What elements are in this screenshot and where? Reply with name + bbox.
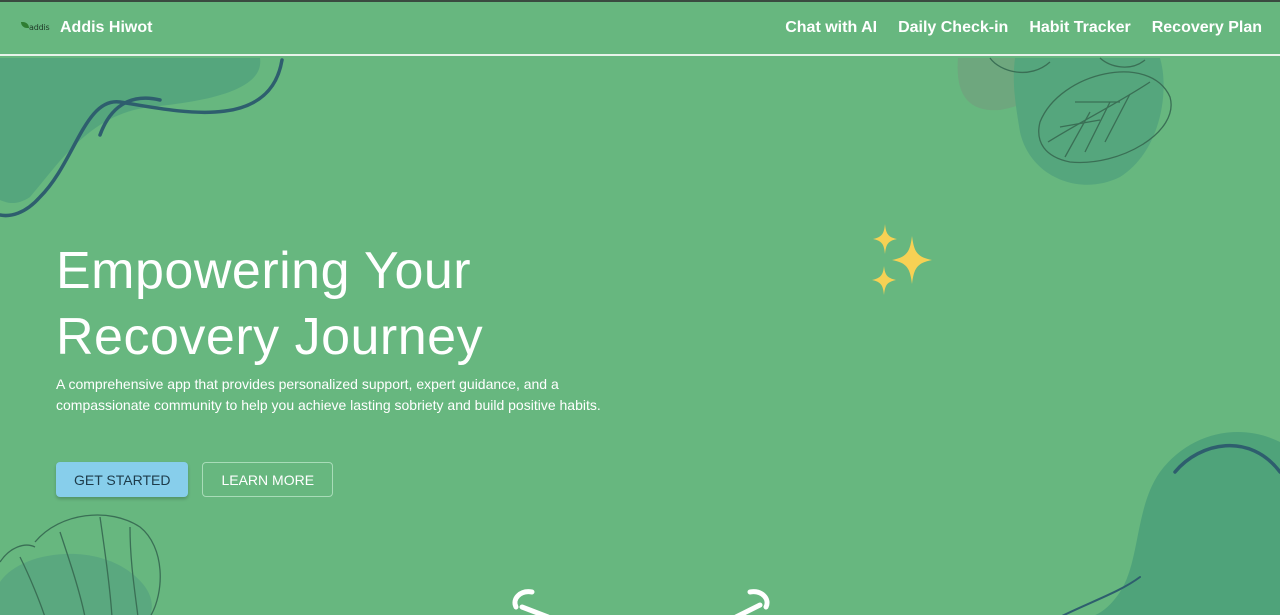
wave-line-bottom-right-b <box>1061 576 1141 615</box>
hero-title-line-1: Empowering Your <box>56 242 472 300</box>
leaf-illustration-bottom-left <box>0 514 161 615</box>
logo-text: addis <box>29 23 50 32</box>
blob-bottom-left <box>0 553 152 615</box>
navbar: addis Addis Hiwot Chat with AI Daily Che… <box>0 2 1280 56</box>
blob-top-right-a <box>957 58 1075 111</box>
wave-line-top-left <box>0 58 284 218</box>
hero-section: Empowering Your Recovery Journey A compr… <box>56 238 646 497</box>
arc-right-stem <box>734 602 763 615</box>
nav-link-habit-tracker[interactable]: Habit Tracker <box>1029 19 1130 37</box>
hero-title: Empowering Your Recovery Journey <box>56 238 646 370</box>
nav-link-daily-check-in[interactable]: Daily Check-in <box>898 19 1008 37</box>
wave-line-top-left-inner <box>98 96 162 137</box>
arc-right <box>747 589 770 610</box>
nav-link-recovery-plan[interactable]: Recovery Plan <box>1152 19 1262 37</box>
arc-left <box>512 589 535 610</box>
hero-title-line-2: Recovery Journey <box>56 308 484 366</box>
leaf-illustration-top-right <box>989 57 1172 164</box>
blob-top-right-b <box>1013 58 1164 185</box>
wave-line-bottom-right <box>1173 444 1280 474</box>
hero-buttons: GET STARTED LEARN MORE <box>56 462 646 497</box>
brand-name[interactable]: Addis Hiwot <box>60 19 152 37</box>
blob-bottom-right <box>1095 432 1280 615</box>
brand[interactable]: addis Addis Hiwot <box>20 19 152 37</box>
get-started-button[interactable]: GET STARTED <box>56 462 189 497</box>
nav-links: Chat with AI Daily Check-in Habit Tracke… <box>785 19 1262 37</box>
arc-left-stem <box>519 604 550 615</box>
learn-more-button[interactable]: LEARN MORE <box>202 462 334 497</box>
page: addis Addis Hiwot Chat with AI Daily Che… <box>0 0 1280 615</box>
nav-link-chat-with-ai[interactable]: Chat with AI <box>785 19 877 37</box>
logo-leaf-icon <box>21 22 29 28</box>
logo-icon[interactable]: addis <box>20 20 52 36</box>
hero-description: A comprehensive app that provides person… <box>56 376 601 413</box>
blob-top-left <box>0 58 261 204</box>
sparkles-icon <box>872 224 932 295</box>
